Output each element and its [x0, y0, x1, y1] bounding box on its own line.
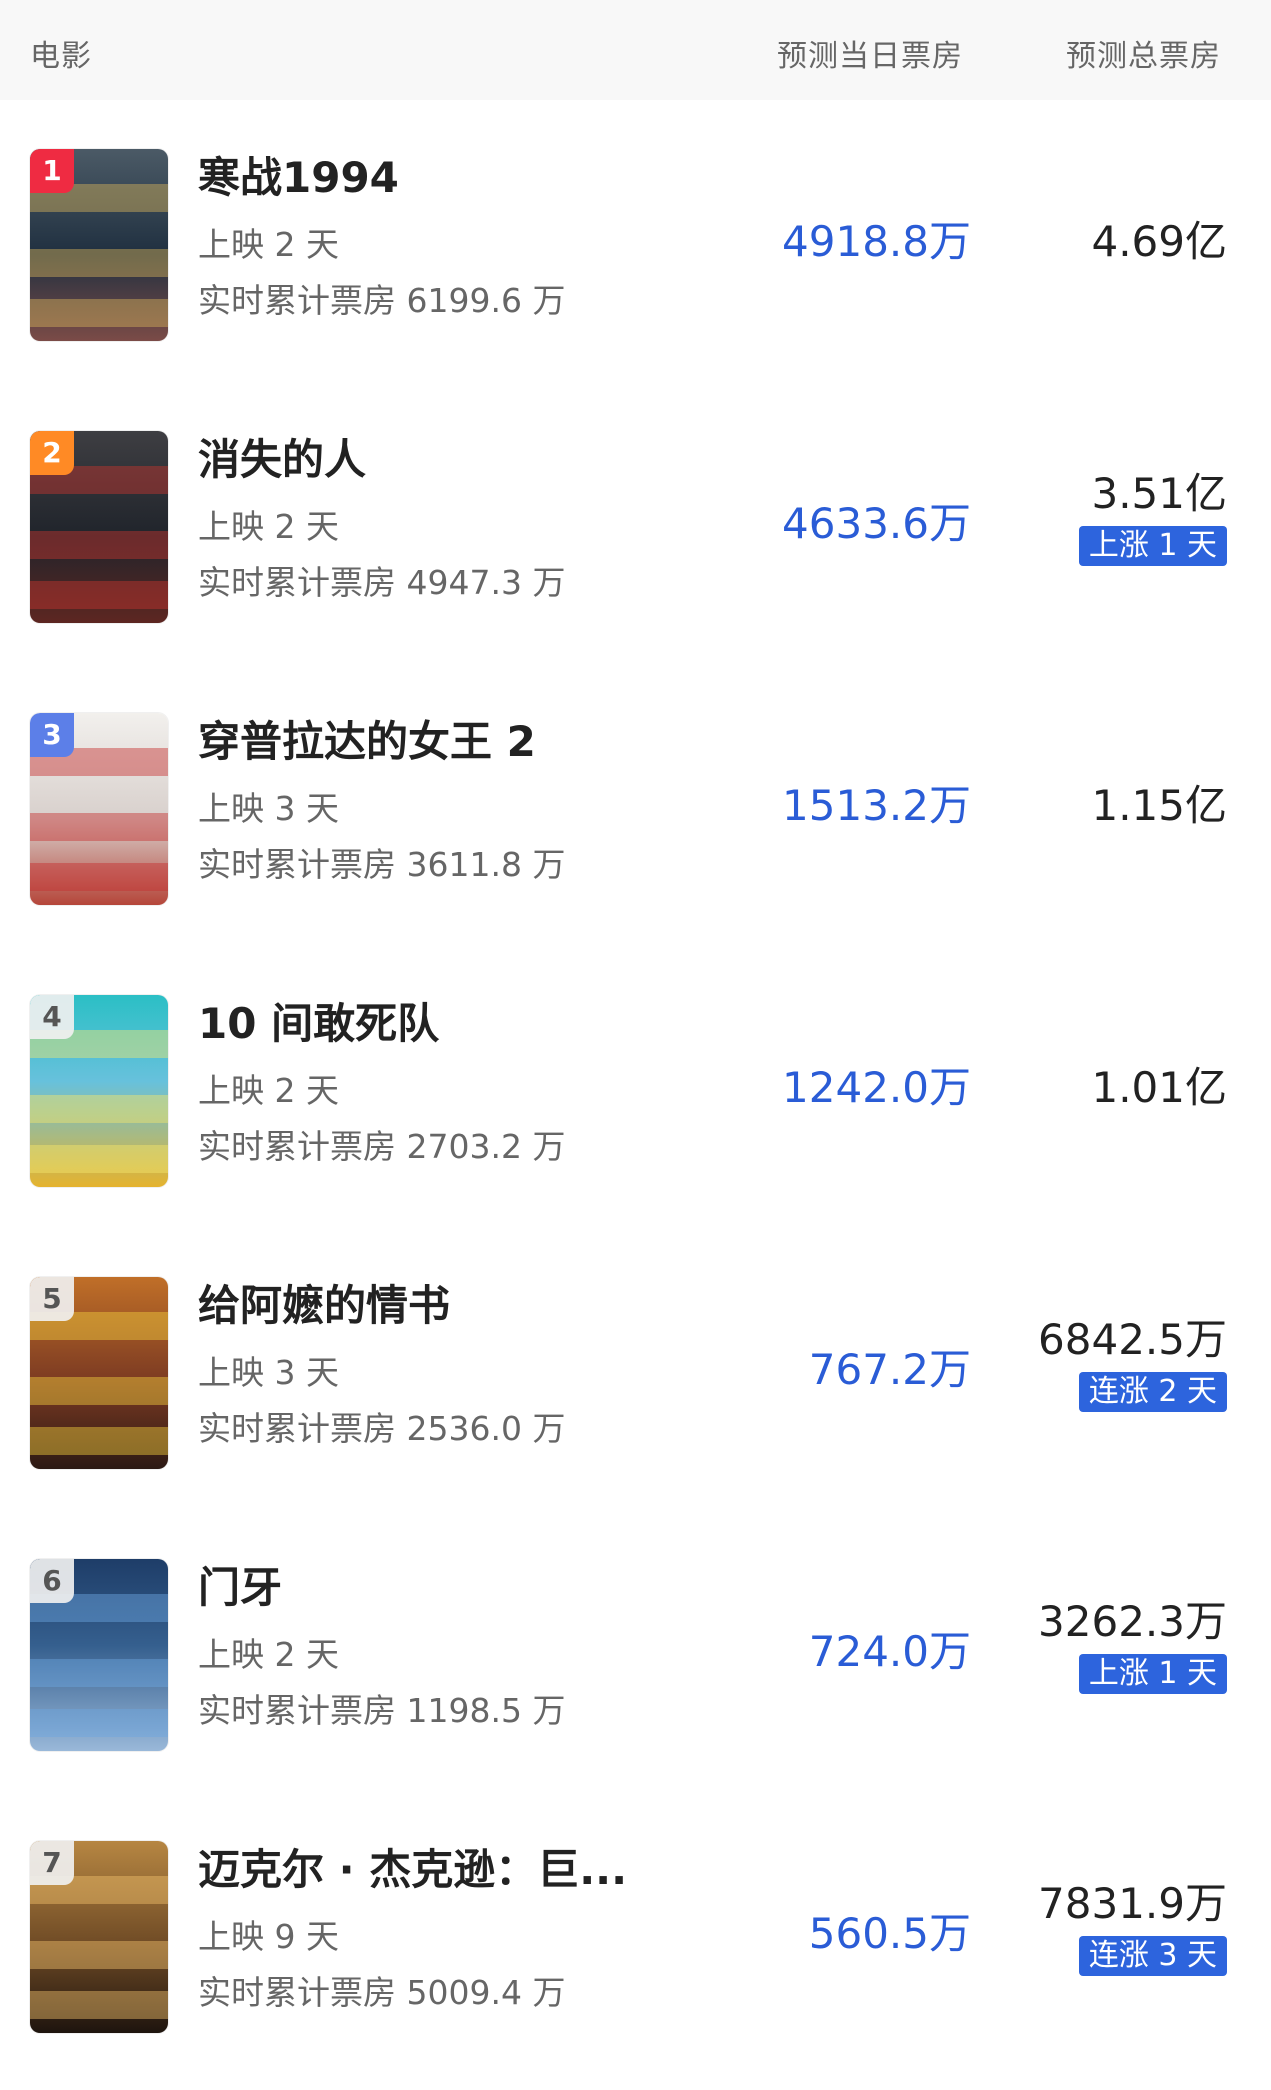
release-days: 上映 9 天	[198, 1917, 339, 1956]
release-days: 上映 2 天	[198, 1635, 339, 1674]
movie-title[interactable]: 消失的人	[198, 434, 648, 486]
today-box-office: 4918.8万	[782, 217, 971, 266]
release-days: 上映 3 天	[198, 1353, 339, 1392]
total-box-office: 6842.5万	[1038, 1315, 1227, 1364]
movie-row[interactable]: 2 消失的人 上映 2 天 实时累计票房 4947.3 万 4633.6万 3.…	[0, 382, 1271, 664]
today-box-office: 1242.0万	[782, 1063, 971, 1112]
cumulative-box-office: 实时累计票房 2703.2 万	[198, 1127, 566, 1166]
total-box-office: 4.69亿	[1091, 217, 1227, 266]
movie-title[interactable]: 门牙	[198, 1562, 648, 1614]
rank-badge: 3	[30, 713, 74, 757]
trend-badge: 连涨 2 天	[1078, 1372, 1227, 1412]
total-box-office: 3262.3万	[1038, 1597, 1227, 1646]
movie-poster[interactable]: 1	[30, 149, 168, 341]
movie-row[interactable]: 4 10 间敢死队 上映 2 天 实时累计票房 2703.2 万 1242.0万…	[0, 946, 1271, 1228]
header-total-box-office: 预测总票房	[1066, 39, 1221, 74]
movie-title[interactable]: 给阿嬷的情书	[198, 1280, 648, 1332]
release-days: 上映 2 天	[198, 507, 339, 546]
movie-poster[interactable]: 3	[30, 713, 168, 905]
trend-badge: 连涨 3 天	[1078, 1936, 1227, 1976]
trend-badge: 上涨 1 天	[1078, 1654, 1227, 1694]
cumulative-box-office: 实时累计票房 6199.6 万	[198, 281, 566, 320]
movie-poster[interactable]: 6	[30, 1559, 168, 1751]
movie-title[interactable]: 穿普拉达的女王 2	[198, 716, 648, 768]
cumulative-box-office: 实时累计票房 5009.4 万	[198, 1973, 566, 2012]
rank-badge: 7	[30, 1841, 74, 1885]
box-office-page: 电影 预测当日票房 预测总票房 1 寒战1994 上映 2 天 实时累计票房 6…	[0, 0, 1271, 2090]
release-days: 上映 2 天	[198, 1071, 339, 1110]
cumulative-box-office: 实时累计票房 4947.3 万	[198, 563, 566, 602]
total-box-office: 7831.9万	[1038, 1879, 1227, 1928]
cumulative-box-office: 实时累计票房 3611.8 万	[198, 845, 566, 884]
movie-row[interactable]: 1 寒战1994 上映 2 天 实时累计票房 6199.6 万 4918.8万 …	[0, 100, 1271, 382]
movie-poster[interactable]: 5	[30, 1277, 168, 1469]
today-box-office: 560.5万	[808, 1909, 971, 1958]
rank-badge: 4	[30, 995, 74, 1039]
header-movie: 电影	[30, 39, 92, 74]
movie-title[interactable]: 寒战1994	[198, 152, 648, 204]
total-box-office: 1.01亿	[1091, 1063, 1227, 1112]
total-box-office: 3.51亿	[1091, 469, 1227, 518]
movie-poster[interactable]: 4	[30, 995, 168, 1187]
movie-row[interactable]: 3 穿普拉达的女王 2 上映 3 天 实时累计票房 3611.8 万 1513.…	[0, 664, 1271, 946]
release-days: 上映 2 天	[198, 225, 339, 264]
cumulative-box-office: 实时累计票房 2536.0 万	[198, 1409, 566, 1448]
rank-badge: 2	[30, 431, 74, 475]
movie-row[interactable]: 6 门牙 上映 2 天 实时累计票房 1198.5 万 724.0万 3262.…	[0, 1510, 1271, 1792]
today-box-office: 724.0万	[808, 1627, 971, 1676]
movie-title[interactable]: 迈克尔 · 杰克逊：巨...	[198, 1844, 648, 1896]
total-box-office: 1.15亿	[1091, 781, 1227, 830]
movie-poster[interactable]: 7	[30, 1841, 168, 2033]
rank-badge: 6	[30, 1559, 74, 1603]
today-box-office: 1513.2万	[782, 781, 971, 830]
release-days: 上映 3 天	[198, 789, 339, 828]
trend-badge: 上涨 1 天	[1078, 526, 1227, 566]
rank-badge: 5	[30, 1277, 74, 1321]
movie-title[interactable]: 10 间敢死队	[198, 998, 648, 1050]
movie-poster[interactable]: 2	[30, 431, 168, 623]
cumulative-box-office: 实时累计票房 1198.5 万	[198, 1691, 566, 1730]
today-box-office: 767.2万	[808, 1345, 971, 1394]
movie-row[interactable]: 7 迈克尔 · 杰克逊：巨... 上映 9 天 实时累计票房 5009.4 万 …	[0, 1792, 1271, 2074]
rank-badge: 1	[30, 149, 74, 193]
table-header: 电影 预测当日票房 预测总票房	[0, 0, 1271, 100]
today-box-office: 4633.6万	[782, 499, 971, 548]
header-today-box-office: 预测当日票房	[777, 39, 963, 74]
movie-row[interactable]: 5 给阿嬷的情书 上映 3 天 实时累计票房 2536.0 万 767.2万 6…	[0, 1228, 1271, 1510]
